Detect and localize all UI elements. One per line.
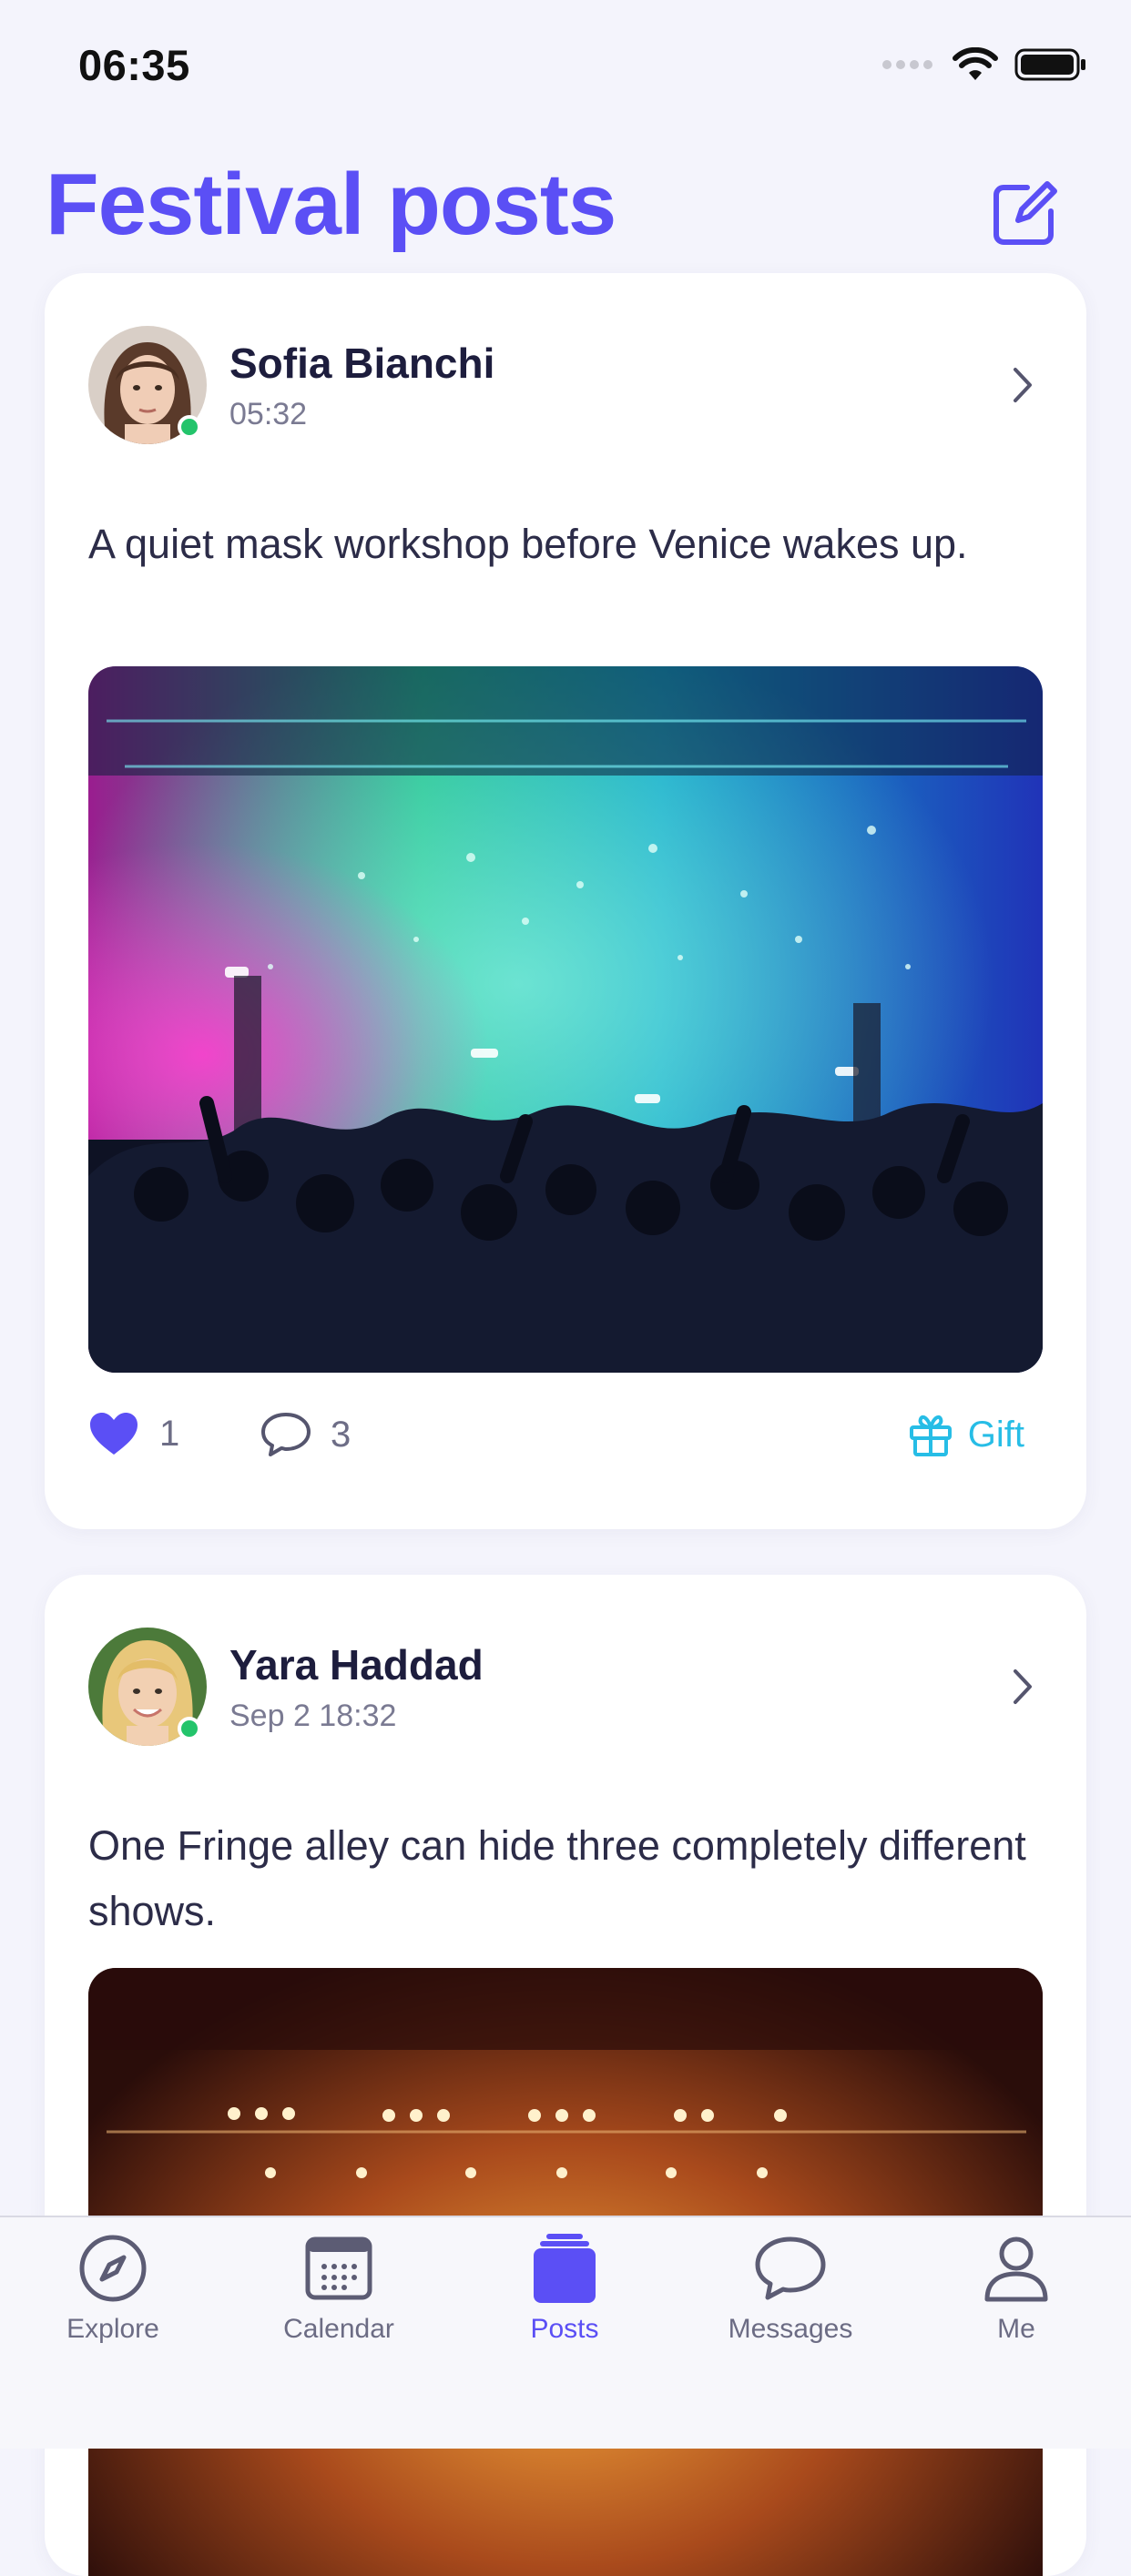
tab-messages[interactable]: Messages: [678, 2217, 903, 2427]
tab-label: Calendar: [283, 2314, 394, 2344]
compass-icon: [79, 2235, 147, 2302]
post-actions: 1 3 Gift: [88, 1411, 1043, 1484]
gift-button[interactable]: Gift: [908, 1411, 1024, 1458]
like-button[interactable]: 1: [88, 1411, 179, 1456]
chevron-right-icon[interactable]: [1004, 362, 1041, 408]
chevron-right-icon[interactable]: [1004, 1664, 1041, 1709]
wifi-icon: [953, 47, 998, 80]
post-author[interactable]: Sofia Bianchi: [229, 339, 494, 388]
post-author[interactable]: Yara Haddad: [229, 1640, 484, 1689]
signal-icon: [882, 60, 932, 69]
heart-icon: [90, 1413, 138, 1455]
post-card[interactable]: Sofia Bianchi 05:32 A quiet mask worksho…: [45, 273, 1086, 1529]
battery-icon: [1014, 48, 1085, 81]
compose-icon[interactable]: [991, 178, 1060, 248]
post-time: 05:32: [229, 397, 308, 431]
online-status-dot: [178, 1717, 201, 1740]
online-status-dot: [178, 415, 201, 439]
tab-me[interactable]: Me: [903, 2217, 1129, 2427]
post-text: A quiet mask workshop before Venice wake…: [88, 521, 968, 567]
tab-explore[interactable]: Explore: [0, 2217, 226, 2427]
comment-button[interactable]: 3: [260, 1411, 351, 1458]
status-icons: [881, 47, 1087, 82]
tab-label: Messages: [728, 2314, 853, 2344]
post-image[interactable]: [88, 666, 1043, 1373]
tab-posts[interactable]: Posts: [452, 2217, 678, 2427]
gift-icon: [909, 1415, 952, 1456]
status-bar: 06:35: [0, 0, 1131, 137]
status-time: 06:35: [78, 41, 190, 89]
tab-label: Posts: [530, 2314, 599, 2344]
tab-label: Me: [997, 2314, 1035, 2344]
post-text: One Fringe alley can hide three complete…: [88, 1822, 1026, 1934]
like-count: 1: [159, 1413, 180, 1454]
post-time: Sep 2 18:32: [229, 1699, 397, 1733]
page-title: Festival posts: [46, 156, 616, 253]
posts-icon: [534, 2234, 596, 2303]
comment-count: 3: [331, 1414, 352, 1455]
calendar-icon: [305, 2236, 372, 2300]
chat-bubble-icon: [755, 2236, 826, 2300]
tab-bar: Explore Calendar Posts Messages Me: [0, 2216, 1131, 2449]
person-icon: [984, 2236, 1048, 2302]
tab-calendar[interactable]: Calendar: [226, 2217, 452, 2427]
tab-label: Explore: [66, 2314, 159, 2344]
gift-label: Gift: [967, 1414, 1024, 1455]
comment-icon: [261, 1413, 311, 1456]
